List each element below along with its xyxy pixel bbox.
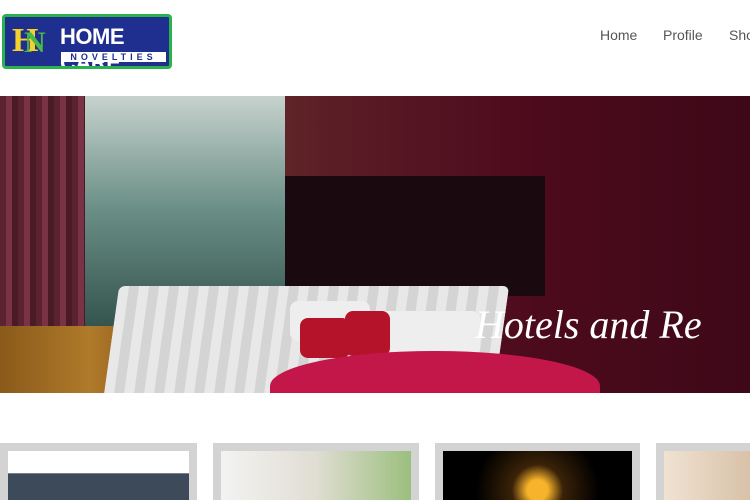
hero-caption: Hotels and Re	[475, 302, 702, 347]
hero-banner[interactable]: Hotels and Re	[0, 96, 750, 393]
product-thumbnails	[0, 443, 750, 500]
thumbnail-card[interactable]	[213, 443, 419, 500]
nav-item-shop[interactable]: Sho	[729, 27, 750, 43]
logo-title: HOME CARE	[60, 24, 125, 66]
thumbnail-card[interactable]	[435, 443, 640, 500]
thumbnail-image	[443, 451, 632, 500]
site-header: HN HOME CARE NOVELTIES Home Profile Sho	[0, 0, 750, 95]
thumbnail-card[interactable]	[656, 443, 750, 500]
nav-item-home[interactable]: Home	[600, 27, 637, 43]
pillow-red	[300, 318, 350, 358]
pillow-red	[345, 311, 390, 356]
thumbnail-image	[664, 451, 750, 500]
logo-subtitle: NOVELTIES	[61, 52, 166, 62]
nav-item-profile[interactable]: Profile	[663, 27, 703, 43]
thumbnail-image	[221, 451, 411, 500]
headboard-image	[285, 176, 545, 296]
home-care-logo[interactable]: HN HOME CARE NOVELTIES	[2, 14, 172, 69]
thumbnail-image	[8, 451, 189, 500]
thumbnail-card[interactable]	[0, 443, 197, 500]
hcn-monogram-icon: HN	[12, 22, 46, 59]
